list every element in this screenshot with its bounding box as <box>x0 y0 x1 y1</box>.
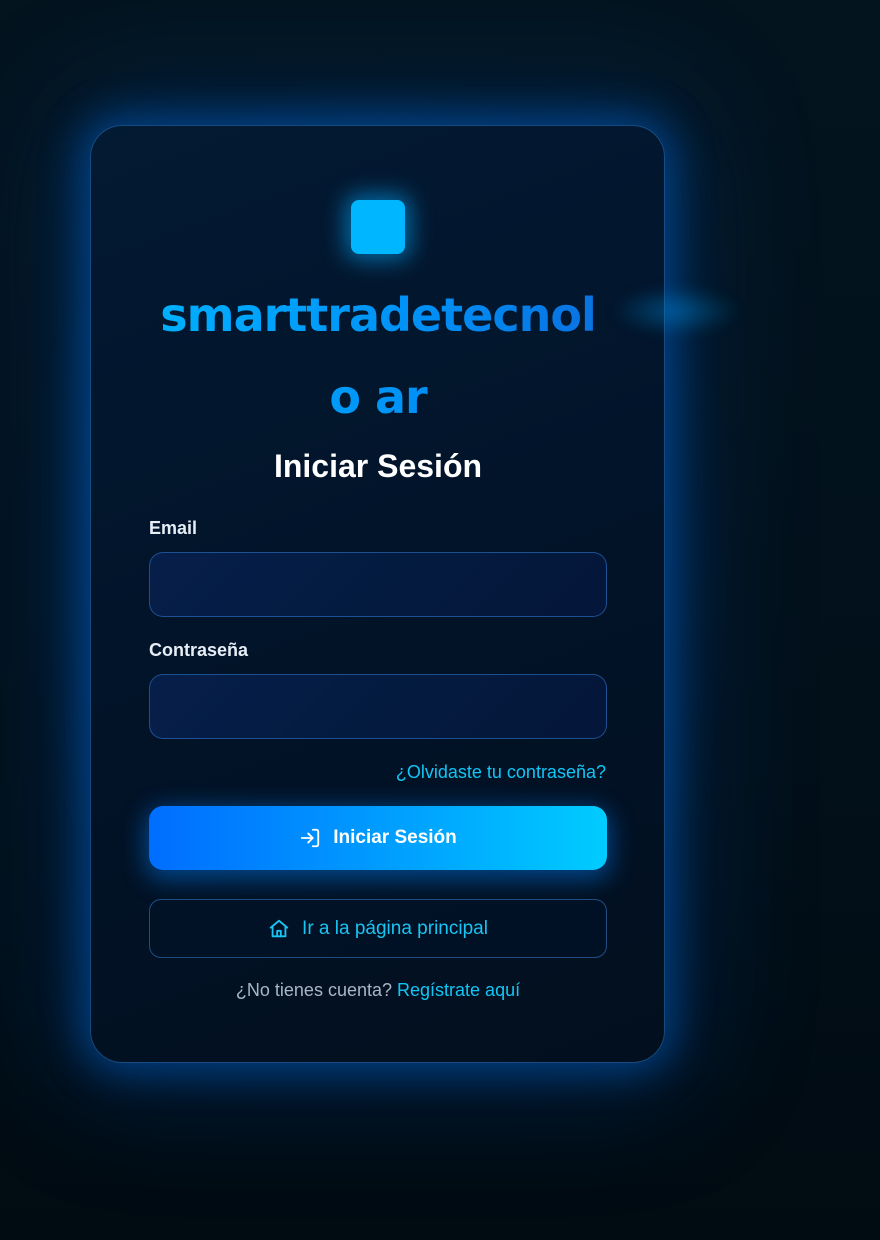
logo-square-icon <box>351 200 405 254</box>
brand-name: smarttradetecnolo ar <box>149 274 607 438</box>
home-page-button[interactable]: Ir a la página principal <box>149 899 607 958</box>
password-field[interactable] <box>149 674 607 739</box>
email-field[interactable] <box>149 552 607 617</box>
login-button-label: Iniciar Sesión <box>333 827 457 848</box>
brand-glow <box>611 286 741 336</box>
page-title: Iniciar Sesión <box>273 448 483 484</box>
register-link[interactable]: Regístrate aquí <box>397 980 520 1000</box>
register-prompt: ¿No tienes cuenta? Regístrate aquí <box>149 980 607 1001</box>
no-account-text: ¿No tienes cuenta? <box>235 980 392 1000</box>
password-label: Contraseña <box>149 640 249 660</box>
forgot-password-link[interactable]: ¿Olvidaste tu contraseña? <box>396 762 606 783</box>
login-icon <box>299 827 321 849</box>
home-icon <box>268 918 290 940</box>
login-card: smarttradetecnolo ar Iniciar Sesión Emai… <box>90 125 741 1063</box>
home-button-label: Ir a la página principal <box>302 917 488 939</box>
login-button[interactable]: Iniciar Sesión <box>149 806 607 870</box>
email-label: Email <box>149 518 198 538</box>
